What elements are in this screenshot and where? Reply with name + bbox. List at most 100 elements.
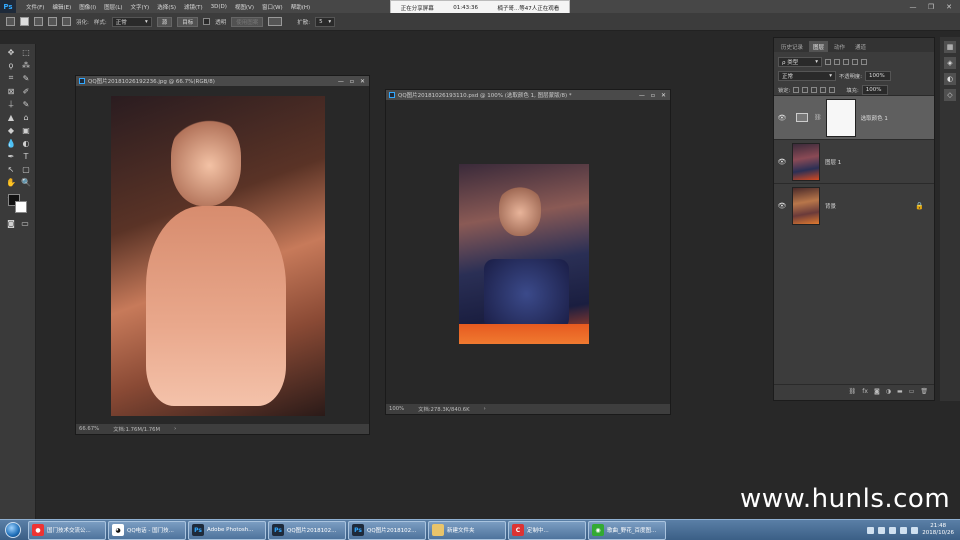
menu-type[interactable]: 文字(Y) [127, 3, 154, 11]
taskbar-item[interactable]: C 定制中... [508, 520, 586, 540]
blur-tool-icon[interactable]: ◆ [4, 124, 18, 136]
link-layers-icon[interactable]: ⛓ [849, 388, 857, 395]
menu-3d[interactable]: 3D(D) [207, 4, 231, 10]
close-button[interactable]: ✕ [942, 0, 956, 13]
hand-tool-icon[interactable]: ✋ [4, 176, 18, 188]
drop-tool-icon[interactable]: 💧 [4, 137, 18, 149]
sponge-tool-icon[interactable]: ◐ [19, 137, 33, 149]
type-tool-icon[interactable]: T [19, 150, 33, 162]
clock[interactable]: 21:48 2018/10/26 [922, 523, 954, 537]
chevron-right-icon[interactable]: › [484, 406, 486, 412]
lock-position-icon[interactable] [811, 87, 818, 93]
doc2-zoom[interactable]: 100% [389, 406, 404, 412]
adjustment-layer-icon[interactable]: ◑ [886, 388, 891, 395]
pen-tool-icon[interactable]: ✒ [4, 150, 18, 162]
diffusion-select[interactable]: 5 ▾ [315, 16, 336, 27]
gradient-tool-icon[interactable]: ⌂ [19, 111, 33, 123]
new-group-icon[interactable]: ▬ [897, 388, 903, 395]
quick-select-tool-icon[interactable]: ⁂ [19, 59, 33, 71]
layer-row[interactable]: 👁 图层 1 [774, 139, 934, 183]
start-button[interactable] [0, 520, 26, 540]
subtract-selection-icon[interactable] [48, 17, 57, 26]
patch-tool-icon[interactable]: ⊠ [4, 85, 18, 97]
visibility-eye-icon[interactable]: 👁 [776, 158, 788, 166]
tool-preset-icon[interactable] [6, 17, 15, 26]
link-chain-icon[interactable]: ⛓ [814, 114, 822, 121]
taskbar-item[interactable]: Ps Adobe Photosh... [188, 520, 266, 540]
crop-tool-icon[interactable]: ⌗ [4, 72, 18, 84]
maximize-icon[interactable]: ▫ [651, 92, 655, 99]
lock-artboard-icon[interactable] [820, 87, 827, 93]
doc2-canvas[interactable] [386, 100, 670, 404]
layer-row[interactable]: 👁 ⛓ 选取颜色 1 [774, 95, 934, 139]
minimize-icon[interactable]: — [639, 92, 645, 99]
use-pattern-button[interactable]: 使用图案 [231, 16, 264, 27]
layers-panel-icon[interactable]: ◈ [944, 57, 956, 69]
shape-filter-icon[interactable] [852, 59, 858, 65]
move-tool-icon[interactable]: ✥ [4, 46, 18, 58]
close-icon[interactable]: ✕ [661, 92, 666, 99]
screen-mode-icon[interactable]: ▭ [18, 217, 32, 229]
background-color-swatch[interactable] [15, 201, 27, 213]
visibility-eye-icon[interactable]: 👁 [776, 114, 788, 122]
stamp-tool-icon[interactable]: ⍊ [4, 98, 18, 110]
chevron-right-icon[interactable]: › [174, 426, 176, 432]
lasso-tool-icon[interactable]: ϙ [4, 59, 18, 71]
new-selection-icon[interactable] [20, 17, 29, 26]
doc2-title-bar[interactable]: QQ图片20181026193110.psd @ 100% (选取颜色 1, 图… [386, 90, 670, 100]
doc1-canvas[interactable] [76, 86, 369, 424]
layer-kind-filter[interactable]: ρ 类型 ▾ [778, 57, 822, 67]
taskbar-item[interactable]: ◉ 歌曲_野花_百度图... [588, 520, 666, 540]
paths-panel-icon[interactable]: ◇ [944, 89, 956, 101]
type-filter-icon[interactable] [843, 59, 849, 65]
intersect-selection-icon[interactable] [62, 17, 71, 26]
eraser-tool-icon[interactable]: ▲ [4, 111, 18, 123]
document-window-2[interactable]: QQ图片20181026193110.psd @ 100% (选取颜色 1, 图… [385, 89, 671, 415]
lock-icon[interactable]: 🔒 [915, 202, 924, 210]
network-icon[interactable] [867, 526, 875, 534]
document-window-1[interactable]: QQ图片20181026192236.jpg @ 66.7%(RGB/8) — ▫… [75, 75, 370, 435]
add-selection-icon[interactable] [34, 17, 43, 26]
lock-all-icon[interactable] [829, 87, 836, 93]
menu-view[interactable]: 视图(V) [231, 3, 258, 11]
layer-thumbnail[interactable] [792, 186, 820, 225]
menu-window[interactable]: 窗口(W) [258, 3, 287, 11]
minimize-button[interactable]: — [906, 0, 920, 13]
source-button[interactable]: 源 [156, 16, 173, 27]
marquee-tool-icon[interactable]: ⬚ [19, 46, 33, 58]
layer-row[interactable]: 👁 背景 🔒 [774, 183, 934, 227]
adjustment-filter-icon[interactable] [834, 59, 840, 65]
close-icon[interactable]: ✕ [360, 78, 365, 85]
layer-thumbnail[interactable] [792, 142, 820, 181]
new-layer-icon[interactable]: ▭ [909, 388, 915, 395]
menu-help[interactable]: 帮助(H) [287, 3, 314, 11]
channels-panel-icon[interactable]: ◐ [944, 73, 956, 85]
opacity-input[interactable]: 100% [864, 71, 891, 81]
tab-history[interactable]: 历史记录 [777, 41, 807, 52]
pattern-swatch-icon[interactable] [268, 17, 283, 26]
taskbar-item[interactable]: Ps QQ图片2018102... [268, 520, 346, 540]
maximize-icon[interactable]: ▫ [350, 78, 354, 85]
volume-icon[interactable] [889, 526, 897, 534]
layer-mask-thumbnail[interactable] [825, 98, 856, 137]
flag-icon[interactable] [911, 526, 919, 534]
transparent-checkbox[interactable] [203, 18, 211, 25]
menu-filter[interactable]: 滤镜(T) [180, 3, 207, 11]
input-method-icon[interactable] [900, 526, 908, 534]
minimize-icon[interactable]: — [338, 78, 344, 85]
layer-style-icon[interactable]: fx [862, 388, 868, 395]
tab-layers[interactable]: 图层 [809, 41, 829, 52]
fill-input[interactable]: 100% [861, 85, 888, 95]
path-select-tool-icon[interactable]: ↖ [4, 163, 18, 175]
quick-mask-icon[interactable]: ◙ [4, 217, 18, 229]
trash-icon[interactable]: 🗑 [920, 388, 928, 395]
qq-tray-icon[interactable] [878, 526, 886, 534]
tab-channels[interactable]: 通道 [851, 41, 870, 52]
taskbar-item[interactable]: ● 国门技术交流公... [28, 520, 106, 540]
tab-actions[interactable]: 动作 [830, 41, 849, 52]
eyedropper-tool-icon[interactable]: ✎ [19, 72, 33, 84]
dodge-tool-icon[interactable]: ▣ [19, 124, 33, 136]
smart-filter-icon[interactable] [861, 59, 867, 65]
restore-button[interactable]: ❐ [924, 0, 938, 13]
lock-transparent-icon[interactable] [793, 87, 800, 93]
